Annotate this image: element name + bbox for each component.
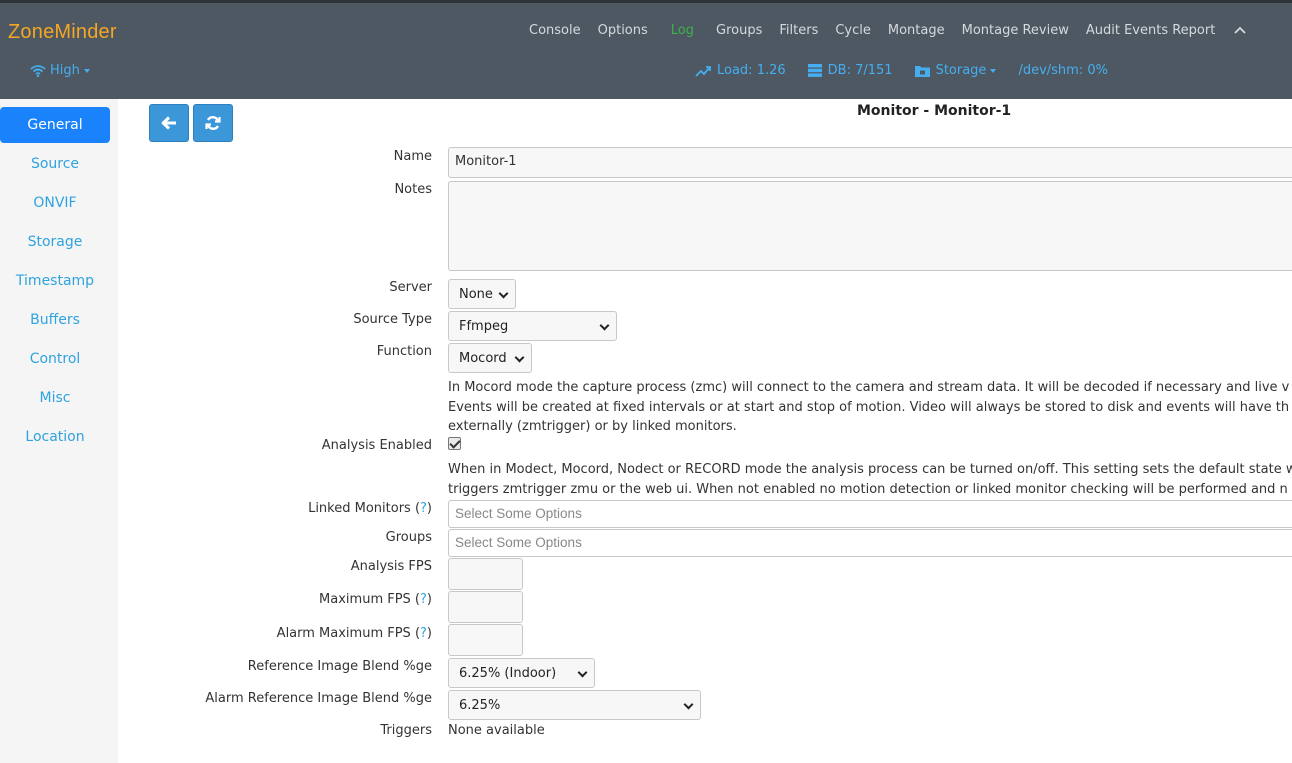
arrow-left-icon [161, 116, 176, 130]
storage-label: Storage [936, 63, 997, 78]
main-nav: Console Options Log Groups Filters Cycle… [529, 23, 1246, 38]
db-label: DB: 7/151 [827, 63, 893, 78]
alarm-reference-blend-label: Alarm Reference Image Blend %ge [205, 691, 432, 706]
tab-general[interactable]: General [0, 107, 110, 143]
collapse-chevron-up-icon[interactable] [1234, 24, 1246, 37]
monitor-tabs-sidebar: General Source ONVIF Storage Timestamp B… [0, 99, 118, 763]
bandwidth-label: High [50, 63, 90, 78]
function-help-line: externally (zmtrigger) or by linked moni… [448, 419, 737, 434]
refresh-icon [205, 116, 221, 130]
notes-label: Notes [394, 182, 432, 197]
chevron-down-icon [683, 699, 694, 710]
linked-monitors-label: Linked Monitors (?) [308, 501, 432, 516]
nav-groups[interactable]: Groups [716, 23, 762, 38]
help-link[interactable]: ? [420, 626, 427, 641]
load-label: Load: 1.26 [717, 63, 786, 78]
shm-status: /dev/shm: 0% [1018, 63, 1108, 78]
reference-blend-select[interactable]: 6.25% (Indoor) [448, 658, 595, 688]
source-type-select[interactable]: Ffmpeg [448, 311, 617, 341]
notes-textarea[interactable] [448, 181, 1292, 271]
wifi-icon [30, 64, 46, 77]
tab-storage[interactable]: Storage [0, 224, 110, 260]
bandwidth-dropdown[interactable]: High [30, 63, 90, 78]
tab-buffers[interactable]: Buffers [0, 302, 110, 338]
storage-dropdown[interactable]: Storage [914, 63, 997, 78]
tab-source[interactable]: Source [0, 146, 110, 182]
name-input[interactable]: Monitor-1 [448, 147, 1292, 178]
alarm-reference-blend-select[interactable]: 6.25% [448, 690, 701, 720]
chevron-down-icon [498, 288, 509, 299]
name-label: Name [393, 149, 432, 164]
brand-logo[interactable]: ZoneMinder [8, 21, 117, 44]
source-type-value: Ffmpeg [459, 318, 509, 334]
groups-label: Groups [385, 530, 432, 545]
server-select[interactable]: None [448, 279, 516, 309]
alarm-reference-blend-value: 6.25% [459, 697, 501, 713]
chevron-down-icon [514, 352, 525, 363]
nav-montage[interactable]: Montage [888, 23, 945, 38]
analysis-fps-input[interactable] [448, 558, 523, 590]
function-value: Mocord [459, 350, 507, 366]
triggers-value: None available [448, 723, 545, 738]
help-link[interactable]: ? [420, 592, 427, 607]
alarm-maximum-fps-label: Alarm Maximum FPS (?) [276, 626, 432, 641]
database-icon [807, 64, 822, 77]
chevron-down-icon [577, 667, 588, 678]
analysis-enabled-checkbox[interactable] [448, 437, 461, 450]
maximum-fps-input[interactable] [448, 591, 523, 623]
nav-filters[interactable]: Filters [779, 23, 818, 38]
folder-icon [914, 65, 930, 77]
reference-blend-label: Reference Image Blend %ge [247, 659, 432, 674]
trend-up-icon [695, 65, 711, 77]
tab-control[interactable]: Control [0, 341, 110, 377]
page-title: Monitor - Monitor-1 [857, 103, 1012, 119]
nav-montage-review[interactable]: Montage Review [962, 23, 1069, 38]
tab-location[interactable]: Location [0, 419, 110, 455]
server-value: None [459, 286, 493, 302]
shm-label: /dev/shm: 0% [1018, 63, 1108, 78]
source-type-label: Source Type [353, 312, 432, 327]
reference-blend-value: 6.25% (Indoor) [459, 665, 557, 681]
nav-log[interactable]: Log [671, 23, 694, 38]
analysis-fps-label: Analysis FPS [350, 559, 432, 574]
tab-misc[interactable]: Misc [0, 380, 110, 416]
nav-cycle[interactable]: Cycle [835, 23, 871, 38]
help-link[interactable]: ? [420, 501, 427, 516]
linked-monitors-multiselect[interactable]: Select Some Options [448, 500, 1292, 528]
nav-console[interactable]: Console [529, 23, 581, 38]
groups-multiselect[interactable]: Select Some Options [448, 529, 1292, 557]
nav-options[interactable]: Options [598, 23, 648, 38]
tab-onvif[interactable]: ONVIF [0, 185, 110, 221]
refresh-button[interactable] [193, 104, 233, 142]
chevron-down-icon [599, 320, 610, 331]
function-help-text: In Mocord mode the capture process (zmc)… [448, 378, 1292, 437]
nav-audit-events-report[interactable]: Audit Events Report [1086, 23, 1215, 38]
function-help-line: In Mocord mode the capture process (zmc)… [448, 380, 1290, 395]
triggers-label: Triggers [380, 723, 432, 738]
server-label: Server [389, 280, 432, 295]
analysis-help-line: When in Modect, Mocord, Nodect or RECORD… [448, 462, 1292, 477]
alarm-maximum-fps-input[interactable] [448, 624, 523, 656]
system-status: Load: 1.26 DB: 7/151 Storage /dev/shm: 0… [695, 63, 1130, 78]
function-help-line: Events will be created at fixed interval… [448, 399, 1290, 415]
db-status: DB: 7/151 [807, 63, 893, 78]
back-button[interactable] [149, 104, 189, 142]
tab-timestamp[interactable]: Timestamp [0, 263, 110, 299]
function-label: Function [376, 344, 432, 359]
maximum-fps-label: Maximum FPS (?) [319, 592, 432, 607]
analysis-help-text: When in Modect, Mocord, Nodect or RECORD… [448, 460, 1292, 499]
analysis-help-line: triggers zmtrigger zmu or the web ui. Wh… [448, 481, 1288, 497]
top-navbar: ZoneMinder Console Options Log Groups Fi… [0, 0, 1292, 99]
analysis-enabled-label: Analysis Enabled [321, 438, 432, 453]
load-status: Load: 1.26 [695, 63, 786, 78]
function-select[interactable]: Mocord [448, 343, 532, 373]
